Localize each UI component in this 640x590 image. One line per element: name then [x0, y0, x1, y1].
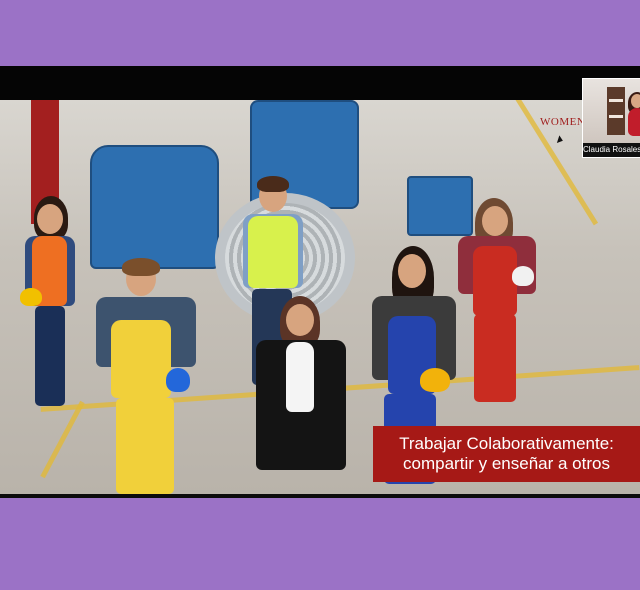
- presentation-slide: Trabajar Colaborativamente: compartir y …: [0, 100, 640, 494]
- participant-avatar: [628, 92, 640, 146]
- woman-black-suit: [252, 296, 350, 494]
- worker-yellow-overall: [96, 258, 206, 494]
- worker-red-overall: [456, 198, 540, 408]
- video-panel: Trabajar Colaborativamente: compartir y …: [0, 66, 640, 498]
- caption-line-1: Trabajar Colaborativamente:: [399, 434, 614, 453]
- caption-line-2: compartir y enseñar a otros: [403, 454, 610, 473]
- worker-left: [15, 196, 85, 416]
- video-top-bar: [0, 66, 640, 100]
- brand-text: WOMEN: [540, 116, 586, 128]
- app-background: Trabajar Colaborativamente: compartir y …: [0, 0, 640, 590]
- machine: [90, 145, 219, 269]
- participant-name: Claudia Rosales W: [583, 143, 640, 157]
- participant-thumbnail[interactable]: Claudia Rosales W: [582, 78, 640, 158]
- bookshelf: [607, 87, 625, 135]
- slide-caption: Trabajar Colaborativamente: compartir y …: [373, 426, 640, 482]
